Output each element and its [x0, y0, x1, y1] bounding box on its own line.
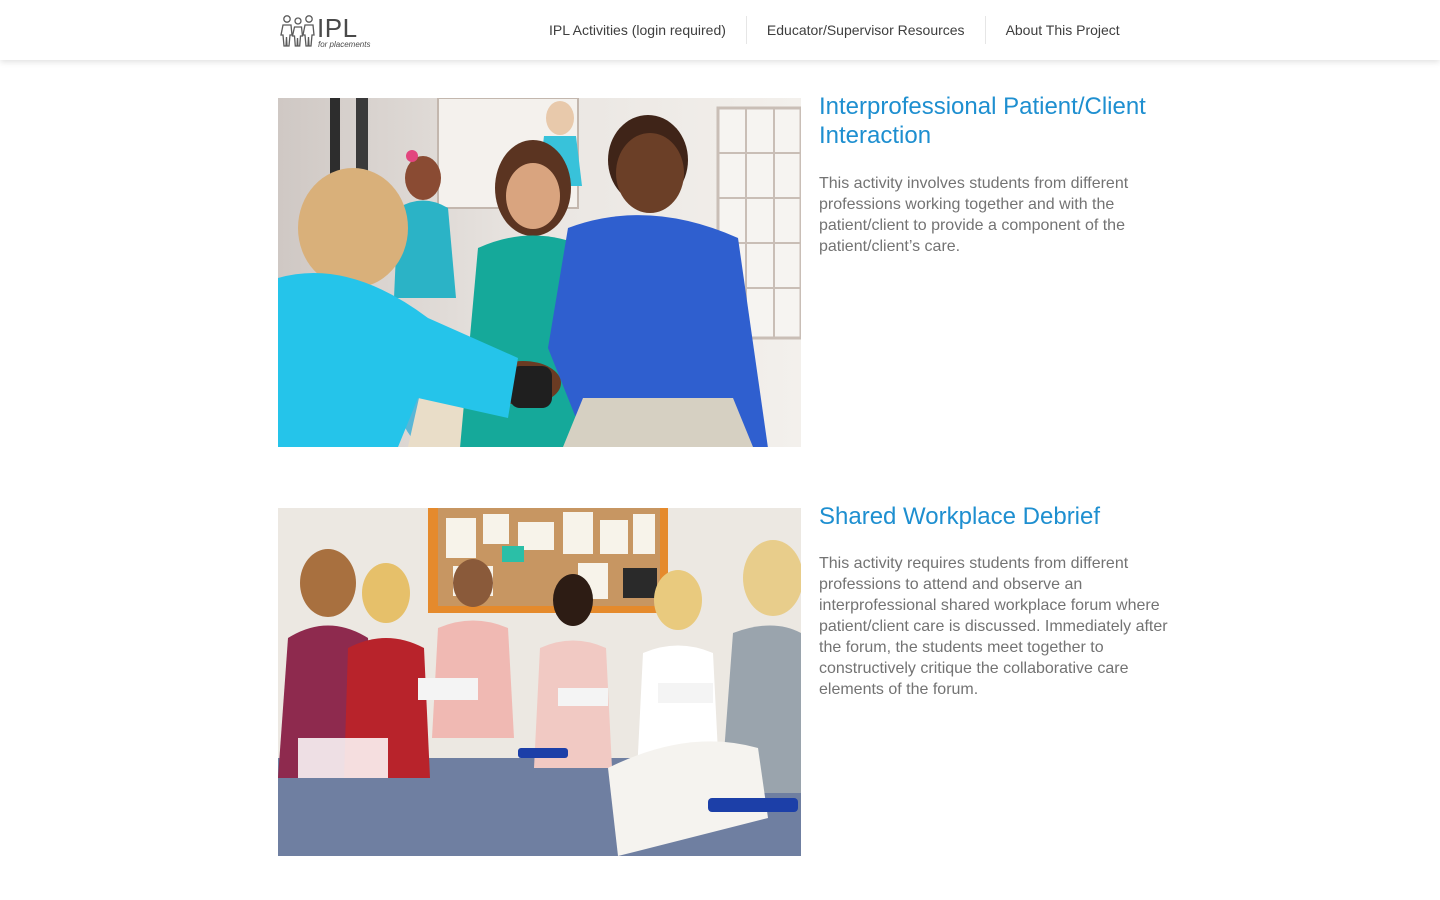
logo-text: IPL [317, 13, 358, 43]
photo-students-group-discussion [278, 508, 801, 856]
activity-text: Interprofessional Patient/Client Interac… [819, 93, 1169, 257]
activity-description: This activity involves students from dif… [819, 175, 1129, 255]
activity-image[interactable] [278, 98, 801, 447]
photo-students-with-patient [278, 98, 801, 447]
activity-title[interactable]: Shared Workplace Debrief [819, 502, 1169, 531]
people-figures-icon [280, 15, 315, 47]
main-nav: IPL Activities (login required) Educator… [529, 16, 1140, 44]
activity-image[interactable] [278, 508, 801, 856]
activity-description: This activity requires students from dif… [819, 555, 1168, 698]
nav-ipl-activities[interactable]: IPL Activities (login required) [529, 16, 746, 44]
nav-about-project[interactable]: About This Project [984, 16, 1140, 44]
site-logo[interactable]: IPL for placements [280, 13, 376, 51]
activity-title[interactable]: Interprofessional Patient/Client Interac… [819, 92, 1169, 150]
logo-subtext: for placements [318, 40, 371, 49]
site-header: IPL for placements IPL Activities (login… [0, 0, 1440, 60]
activity-text: Shared Workplace Debrief This activity r… [819, 503, 1169, 700]
nav-educator-resources[interactable]: Educator/Supervisor Resources [745, 16, 985, 44]
